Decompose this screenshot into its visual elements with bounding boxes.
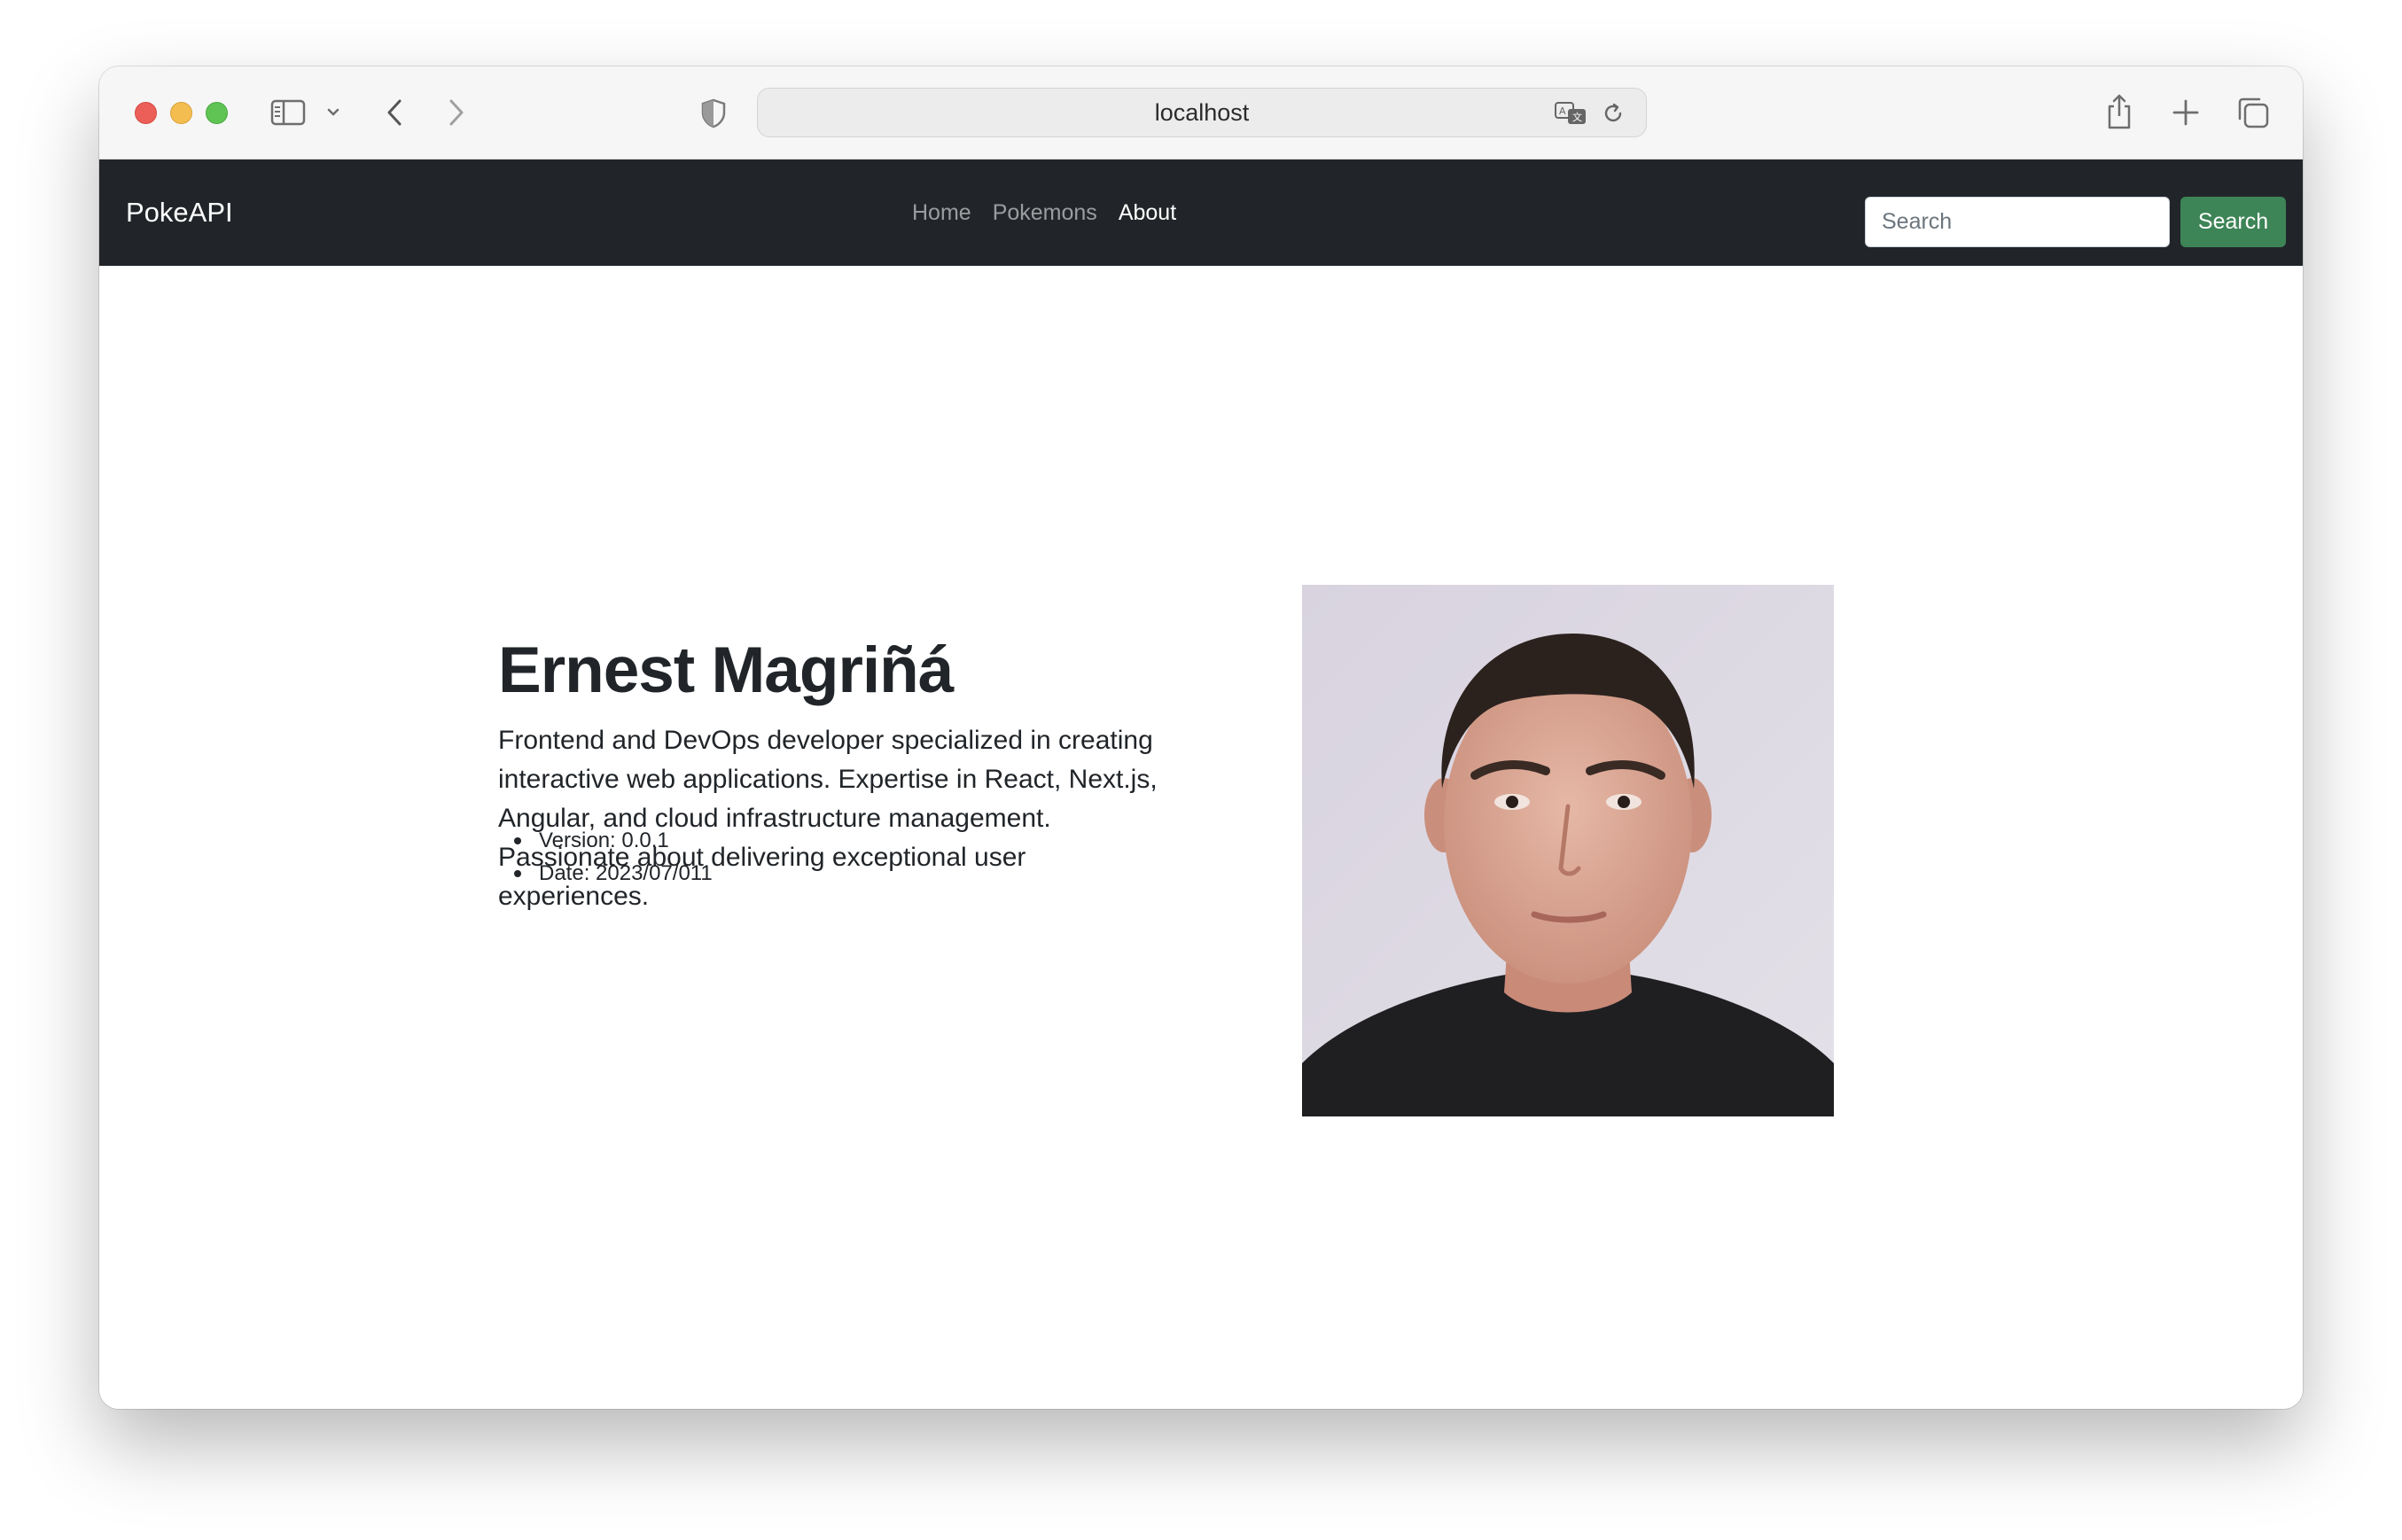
- search-button[interactable]: Search: [2180, 197, 2286, 247]
- back-icon[interactable]: [381, 95, 408, 130]
- close-window-button[interactable]: [135, 102, 157, 124]
- tab-overview-icon[interactable]: [2235, 95, 2271, 130]
- url-text[interactable]: localhost: [758, 89, 1646, 136]
- privacy-shield-icon[interactable]: [698, 97, 729, 130]
- nav-links: Home Pokemons About: [912, 159, 1176, 266]
- nav-link-pokemons[interactable]: Pokemons: [993, 200, 1097, 226]
- forward-icon[interactable]: [443, 95, 470, 130]
- nav-link-home[interactable]: Home: [912, 200, 971, 226]
- browser-window: localhost A文 PokeAPI Home Pokemons About…: [99, 66, 2303, 1409]
- chevron-down-icon[interactable]: [324, 104, 342, 121]
- browser-toolbar: localhost A文: [99, 66, 2303, 159]
- translate-icon[interactable]: A文: [1554, 99, 1589, 128]
- svg-text:文: 文: [1572, 111, 1582, 123]
- new-tab-icon[interactable]: [2170, 97, 2202, 128]
- about-section: Ernest Magriñá Frontend and DevOps devel…: [99, 266, 2303, 1409]
- share-icon[interactable]: [2104, 91, 2134, 132]
- minimize-window-button[interactable]: [170, 102, 192, 124]
- address-bar[interactable]: localhost A文: [757, 88, 1647, 137]
- author-photo: [1302, 585, 1834, 1116]
- meta-list: Version: 0.0.1 Date: 2023/07/011: [496, 824, 713, 890]
- svg-text:A: A: [1559, 105, 1566, 117]
- date-item: Date: 2023/07/011: [496, 857, 713, 890]
- reload-icon[interactable]: [1600, 100, 1626, 127]
- zoom-window-button[interactable]: [206, 102, 228, 124]
- version-item: Version: 0.0.1: [496, 824, 713, 857]
- author-name-heading: Ernest Magriñá: [498, 634, 954, 706]
- brand-logo-link[interactable]: PokeAPI: [126, 159, 233, 266]
- nav-link-about[interactable]: About: [1119, 200, 1176, 226]
- search-input[interactable]: [1865, 197, 2170, 247]
- sidebar-toggle-icon[interactable]: [269, 97, 307, 128]
